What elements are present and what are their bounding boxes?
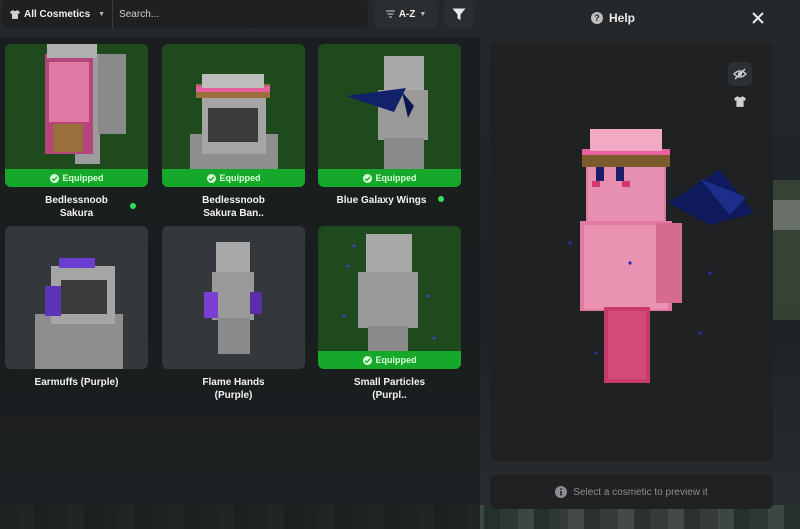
equipped-label: Equipped [375, 355, 417, 365]
cosmetic-card[interactable] [5, 226, 148, 369]
cosmetic-thumbnail [162, 226, 305, 369]
new-indicator-dot [438, 196, 444, 202]
equipped-label: Equipped [219, 173, 261, 183]
category-filter-bar: All Cosmetics ▼ [2, 0, 368, 28]
close-icon [752, 12, 764, 24]
help-label: Help [608, 11, 635, 25]
cosmetic-name-line2: Sakura [59, 208, 94, 219]
cosmetic-thumbnail [5, 226, 148, 369]
equipped-badge: Equipped [5, 169, 148, 187]
cosmetic-name: Bedlessnoob Sakura Ban.. [162, 194, 305, 220]
cosmetic-name-line1: Bedlessnoob [202, 195, 265, 206]
preview-hint-text: Select a cosmetic to preview it [573, 486, 708, 498]
cosmetic-name: Flame Hands (Purple) [162, 376, 305, 402]
shirt-icon [734, 95, 746, 107]
check-circle-icon [49, 173, 59, 183]
eye-off-icon [733, 68, 747, 80]
shirt-icon [10, 9, 20, 19]
question-circle-icon: ? [590, 12, 603, 24]
close-button[interactable] [743, 3, 773, 33]
cosmetic-card[interactable] [162, 226, 305, 369]
check-circle-icon [362, 173, 372, 183]
equipped-label: Equipped [62, 173, 104, 183]
outfit-toggle-button[interactable] [728, 89, 752, 113]
sort-dropdown[interactable]: A-Z ▼ [374, 0, 438, 28]
cosmetic-name-line1: Bedlessnoob [45, 195, 108, 206]
chevron-down-icon: ▼ [419, 10, 427, 18]
search-input[interactable] [113, 0, 368, 28]
cosmetic-thumbnail [318, 44, 461, 187]
check-circle-icon [206, 173, 216, 183]
cosmetic-thumbnail [318, 226, 461, 369]
cosmetic-card[interactable]: Equipped [5, 44, 148, 187]
sort-icon [385, 10, 395, 18]
chevron-down-icon: ▼ [98, 10, 106, 18]
help-button[interactable]: ? Help [490, 3, 736, 33]
cosmetic-card[interactable]: Equipped [162, 44, 305, 187]
svg-text:?: ? [594, 13, 600, 23]
sort-label: A-Z [398, 8, 416, 20]
cosmetic-name-line1: Small Particles [353, 377, 426, 388]
cosmetic-name-line1: Flame Hands [202, 377, 265, 388]
category-dropdown[interactable]: All Cosmetics ▼ [2, 0, 105, 28]
cosmetic-name-line1: Earmuffs (Purple) [34, 377, 119, 388]
cosmetic-name: Earmuffs (Purple) [5, 376, 148, 389]
cosmetics-grid: Equipped Bedlessnoob Sakura Equipped Bed… [0, 38, 480, 529]
check-circle-icon [362, 355, 372, 365]
cosmetic-name: Bedlessnoob Sakura [5, 194, 148, 220]
cosmetic-name: Blue Galaxy Wings [310, 194, 453, 207]
cosmetic-thumbnail [5, 44, 148, 187]
preview-hint: Select a cosmetic to preview it [490, 475, 773, 509]
cosmetic-name-line2: (Purple) [214, 390, 253, 401]
cosmetic-name-line2: Sakura Ban.. [203, 208, 264, 219]
cosmetic-card[interactable]: Equipped [318, 44, 461, 187]
filter-button[interactable] [444, 0, 474, 28]
hide-toggle-button[interactable] [728, 62, 752, 86]
equipped-badge: Equipped [162, 169, 305, 187]
preview-panel [490, 43, 773, 461]
info-icon [555, 486, 568, 498]
cosmetic-name-line2: (Purpl.. [372, 390, 407, 401]
cosmetic-name-line1: Blue Galaxy Wings [336, 195, 427, 206]
category-dropdown-label: All Cosmetics [24, 8, 91, 20]
cosmetic-card[interactable]: Equipped [318, 226, 461, 369]
new-indicator-dot [130, 203, 136, 209]
character-preview [568, 129, 754, 383]
cosmetic-thumbnail [162, 44, 305, 187]
equipped-badge: Equipped [318, 351, 461, 369]
cosmetic-name: Small Particles (Purpl.. [318, 376, 461, 402]
funnel-icon [452, 8, 466, 20]
equipped-label: Equipped [375, 173, 417, 183]
equipped-badge: Equipped [318, 169, 461, 187]
